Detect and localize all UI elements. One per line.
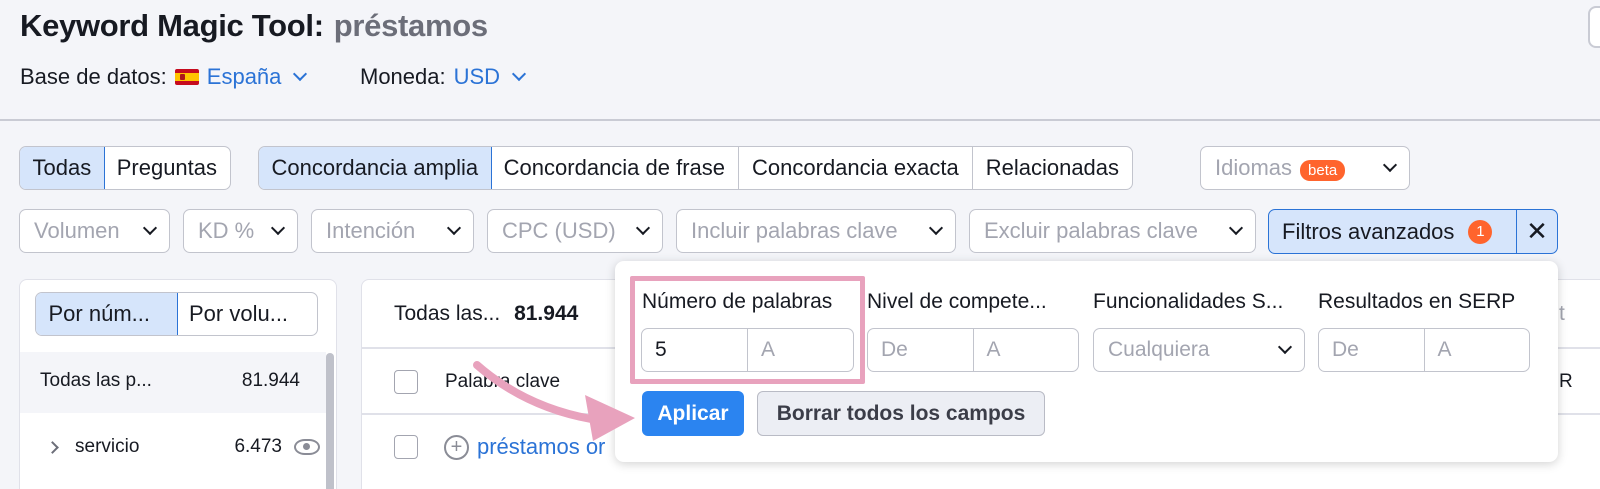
- database-label: Base de datos:: [20, 64, 167, 89]
- group-row-servicio[interactable]: servicio 6.473: [20, 436, 324, 458]
- currency-label: Moneda:: [360, 64, 446, 89]
- active-filter-count-badge: 1: [1468, 219, 1493, 244]
- all-groups-count: 81.944: [241, 370, 300, 391]
- beta-badge: beta: [1300, 160, 1346, 181]
- volume-filter-label: Volumen: [34, 218, 120, 243]
- spain-flag-icon: [174, 69, 199, 85]
- summary-label: Todas las...: [394, 302, 501, 325]
- exclude-keywords-label: Excluir palabras clave: [984, 218, 1198, 243]
- include-keywords-filter[interactable]: Incluir palabras clave: [676, 209, 956, 253]
- table-summary: Todas las... 81.944: [394, 302, 578, 326]
- competition-label: Nivel de compete...: [867, 290, 1047, 313]
- exclude-keywords-filter[interactable]: Excluir palabras clave: [969, 209, 1256, 253]
- cpc-filter[interactable]: CPC (USD): [487, 209, 663, 253]
- group-sort-toggle: Por núm... Por volu...: [35, 292, 318, 336]
- select-all-checkbox[interactable]: [394, 370, 418, 394]
- sort-by-volume-tab[interactable]: Por volu...: [176, 293, 317, 335]
- tool-name: Keyword Magic Tool:: [20, 8, 324, 43]
- annotation-arrow-icon: [473, 361, 635, 441]
- intent-filter[interactable]: Intención: [311, 209, 474, 253]
- chevron-down-icon: [1382, 157, 1398, 173]
- include-keywords-label: Incluir palabras clave: [691, 218, 898, 243]
- chevron-down-icon: [1277, 339, 1293, 355]
- serp-results-range: De A: [1318, 328, 1530, 372]
- kd-filter-label: KD %: [198, 218, 255, 243]
- cpc-filter-label: CPC (USD): [502, 218, 616, 243]
- database-value[interactable]: España: [207, 64, 282, 90]
- group-label: servicio: [75, 436, 140, 457]
- languages-label: Idiomas: [1215, 155, 1293, 180]
- advanced-filters-label: Filtros avanzados: [1282, 218, 1455, 244]
- tab-phrase-match[interactable]: Concordancia de frase: [491, 147, 740, 189]
- page-title: Keyword Magic Tool: préstamos: [20, 8, 488, 44]
- tab-questions[interactable]: Preguntas: [104, 147, 230, 189]
- serp-results-label: Resultados en SERP: [1318, 290, 1516, 313]
- chevron-down-icon[interactable]: [512, 66, 527, 82]
- header-divider: [0, 119, 1600, 121]
- serp-features-value: Cualquiera: [1108, 338, 1210, 361]
- volume-filter[interactable]: Volumen: [19, 209, 170, 253]
- close-icon[interactable]: ✕: [1517, 210, 1557, 253]
- header-action-button[interactable]: [1588, 6, 1600, 48]
- advanced-filters-button[interactable]: Filtros avanzados 1 ✕: [1268, 209, 1558, 254]
- apply-button[interactable]: Aplicar: [642, 391, 744, 436]
- chevron-down-icon: [270, 220, 286, 236]
- chevron-down-icon: [635, 220, 651, 236]
- question-filter-tabs: Todas Preguntas: [19, 146, 232, 190]
- tab-all[interactable]: Todas: [20, 147, 106, 189]
- sort-by-number-tab[interactable]: Por núm...: [36, 293, 178, 335]
- intent-filter-label: Intención: [326, 218, 416, 243]
- advanced-filters-toggle[interactable]: Filtros avanzados 1: [1269, 210, 1517, 253]
- all-groups-row[interactable]: Todas las p... 81.944: [20, 370, 324, 392]
- competition-to-input[interactable]: A: [974, 329, 1079, 371]
- scrollbar[interactable]: [326, 353, 334, 489]
- serp-results-to-input[interactable]: A: [1425, 329, 1530, 371]
- serp-features-dropdown[interactable]: Cualquiera: [1093, 328, 1305, 372]
- row-checkbox[interactable]: [394, 435, 418, 459]
- chevron-down-icon: [928, 220, 944, 236]
- chevron-down-icon: [142, 220, 158, 236]
- competition-from-input[interactable]: De: [868, 329, 974, 371]
- database-selector[interactable]: Base de datos: España: [20, 64, 308, 90]
- eye-icon[interactable]: [294, 439, 320, 455]
- highlight-box: [630, 276, 865, 384]
- group-count: 6.473: [234, 436, 282, 457]
- chevron-right-icon[interactable]: [46, 440, 59, 454]
- summary-count: 81.944: [514, 302, 579, 325]
- chevron-down-icon: [446, 220, 462, 236]
- query-text: préstamos: [333, 8, 488, 43]
- all-groups-label: Todas las p...: [40, 370, 152, 391]
- match-type-tabs: Concordancia amplia Concordancia de fras…: [258, 146, 1134, 190]
- edge-header-text: t: [1559, 302, 1565, 325]
- languages-dropdown[interactable]: Idiomas beta: [1200, 146, 1410, 190]
- tab-related[interactable]: Relacionadas: [973, 147, 1132, 189]
- edge-column-header[interactable]: R: [1559, 371, 1573, 393]
- kd-filter[interactable]: KD %: [183, 209, 298, 253]
- tab-exact-match[interactable]: Concordancia exacta: [739, 147, 973, 189]
- currency-selector[interactable]: Moneda: USD: [360, 64, 527, 90]
- chevron-down-icon: [1228, 220, 1244, 236]
- tab-broad-match[interactable]: Concordancia amplia: [259, 147, 493, 189]
- currency-value[interactable]: USD: [454, 64, 500, 90]
- competition-range: De A: [867, 328, 1079, 372]
- clear-all-button[interactable]: Borrar todos los campos: [757, 391, 1045, 436]
- serp-features-label: Funcionalidades S...: [1093, 290, 1284, 313]
- serp-results-from-input[interactable]: De: [1319, 329, 1425, 371]
- chevron-down-icon[interactable]: [293, 66, 308, 82]
